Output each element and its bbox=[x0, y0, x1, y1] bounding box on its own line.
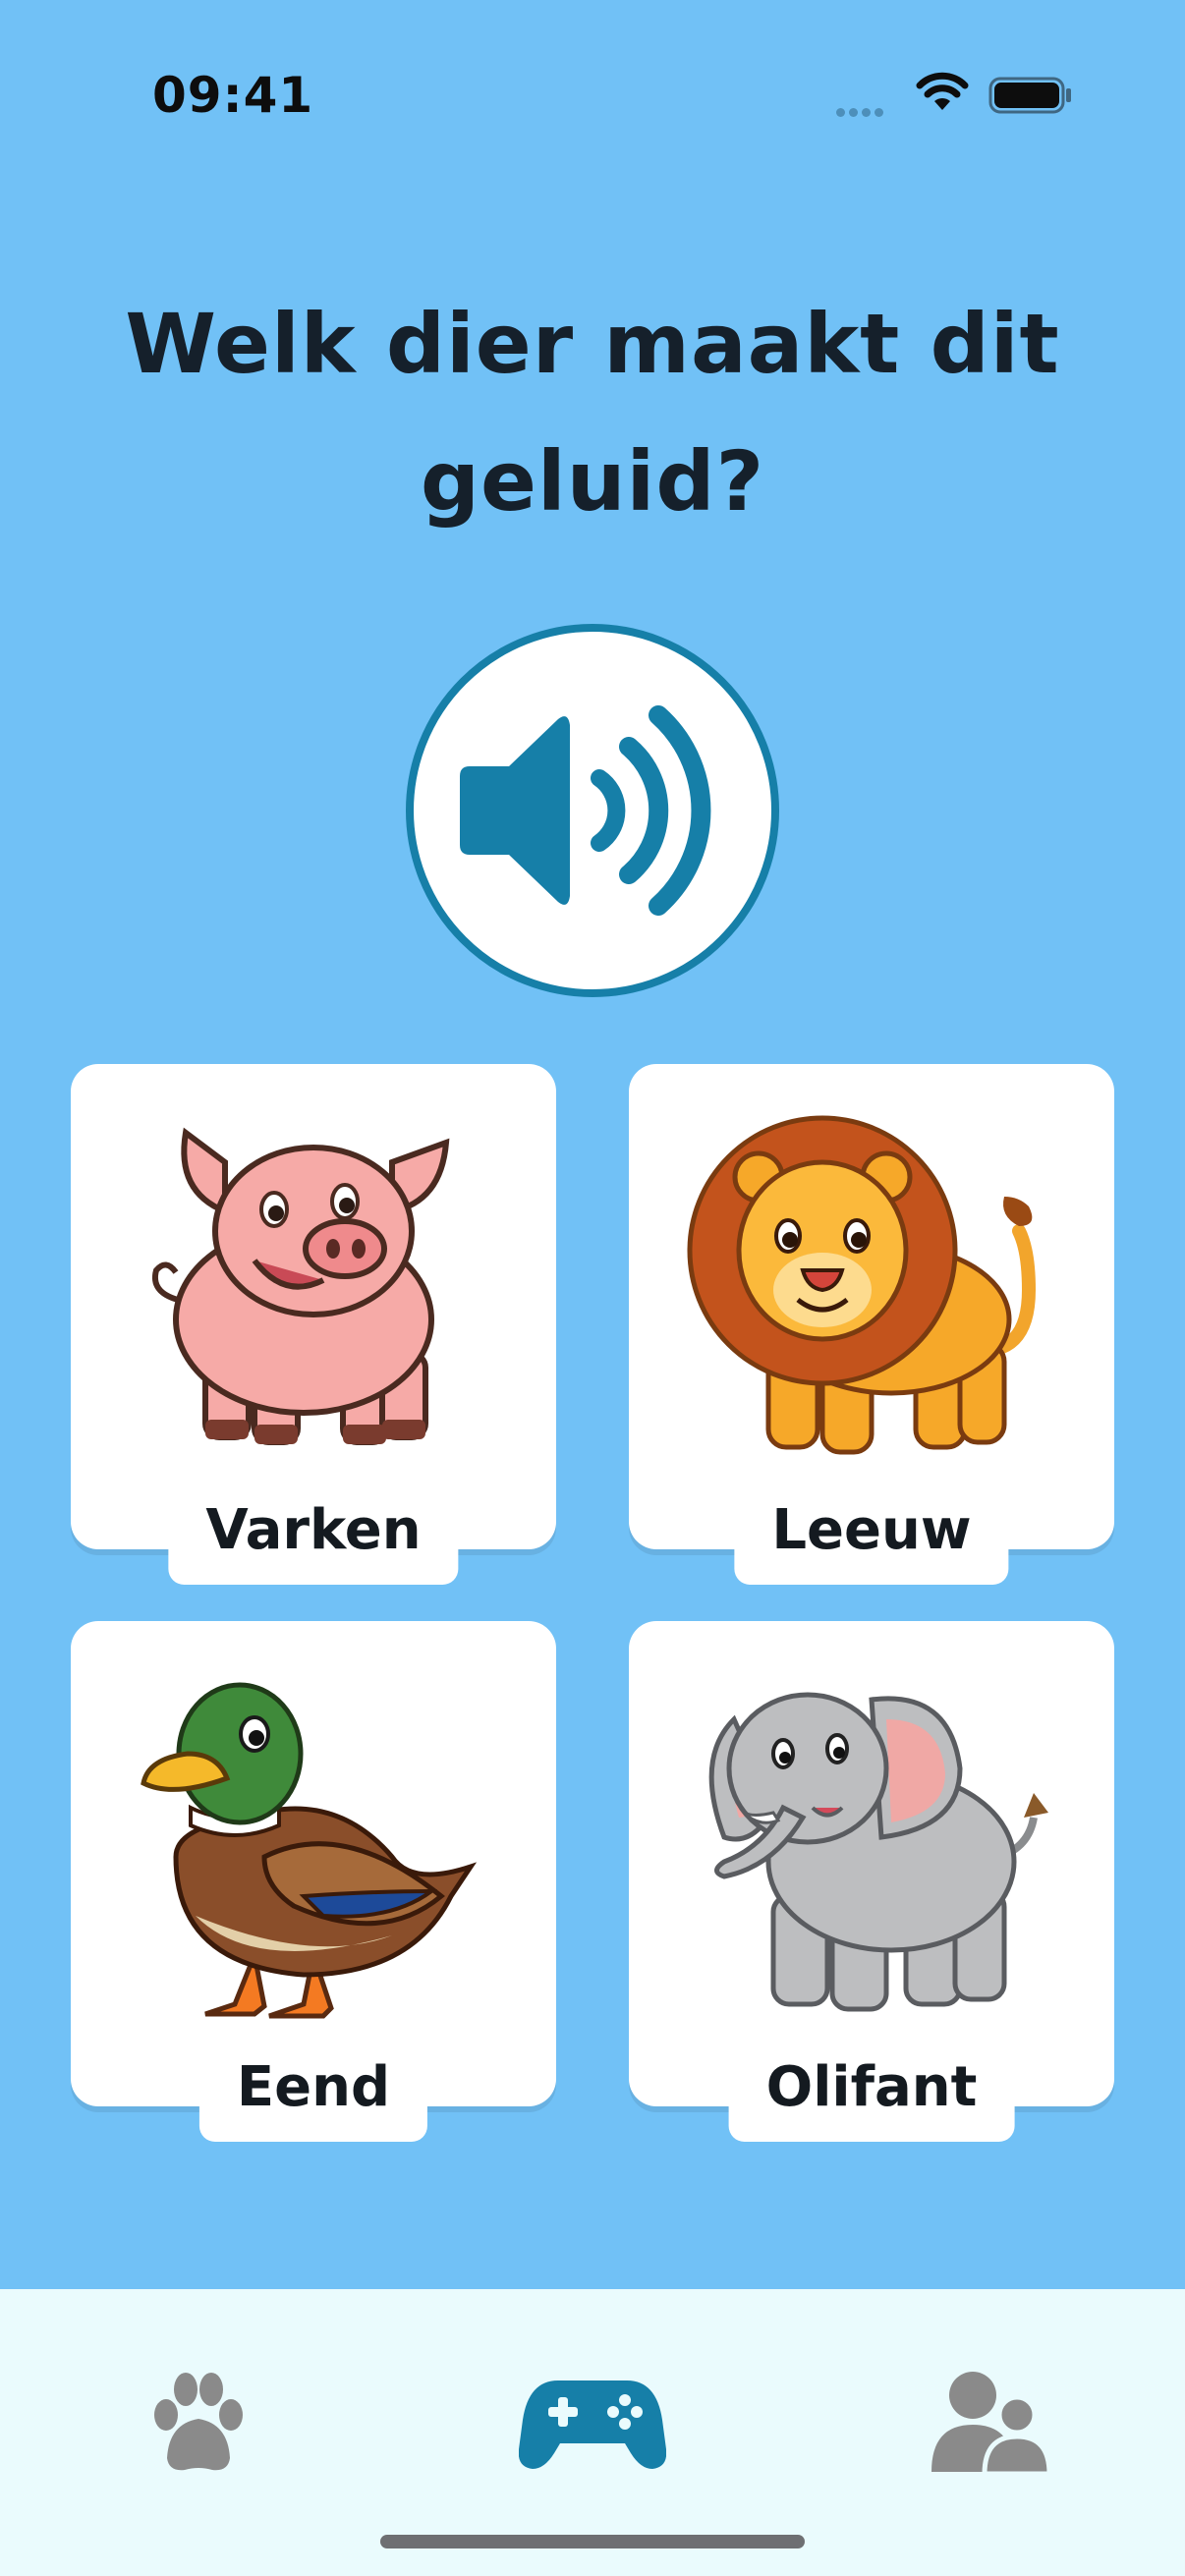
answer-label: Olifant bbox=[728, 2044, 1015, 2142]
home-indicator[interactable] bbox=[380, 2535, 805, 2548]
wifi-icon bbox=[916, 72, 969, 110]
answer-card-duck[interactable]: Eend bbox=[71, 1621, 556, 2142]
users-icon bbox=[931, 2372, 1051, 2476]
status-time: 09:41 bbox=[152, 67, 314, 124]
answer-label: Varken bbox=[168, 1486, 459, 1585]
status-bar: 09:41 bbox=[0, 0, 1185, 187]
cellular-signal-icon bbox=[836, 102, 887, 121]
pig-illustration bbox=[152, 1127, 450, 1445]
answer-label: Eend bbox=[198, 2044, 428, 2142]
answer-label: Leeuw bbox=[734, 1486, 1009, 1585]
tab-animals[interactable] bbox=[120, 2343, 277, 2500]
paw-icon bbox=[154, 2373, 243, 2471]
bottom-tab-bar bbox=[0, 2289, 1185, 2576]
lion-illustration bbox=[687, 1115, 1037, 1455]
duck-illustration bbox=[141, 1682, 478, 2019]
tab-games[interactable] bbox=[514, 2343, 671, 2500]
play-sound-button[interactable] bbox=[406, 624, 779, 997]
speaker-volume-icon bbox=[460, 705, 711, 916]
elephant-illustration bbox=[708, 1692, 1048, 2012]
gamepad-icon bbox=[519, 2380, 666, 2469]
answer-card-elephant[interactable]: Olifant bbox=[629, 1621, 1114, 2142]
battery-icon bbox=[988, 77, 1071, 114]
question-title: Welk dier maakt dit geluid? bbox=[125, 296, 1060, 530]
answer-card-lion[interactable]: Leeuw bbox=[629, 1064, 1114, 1585]
tab-profile[interactable] bbox=[909, 2343, 1066, 2500]
answer-card-pig[interactable]: Varken bbox=[71, 1064, 556, 1585]
status-icons bbox=[836, 71, 1082, 120]
